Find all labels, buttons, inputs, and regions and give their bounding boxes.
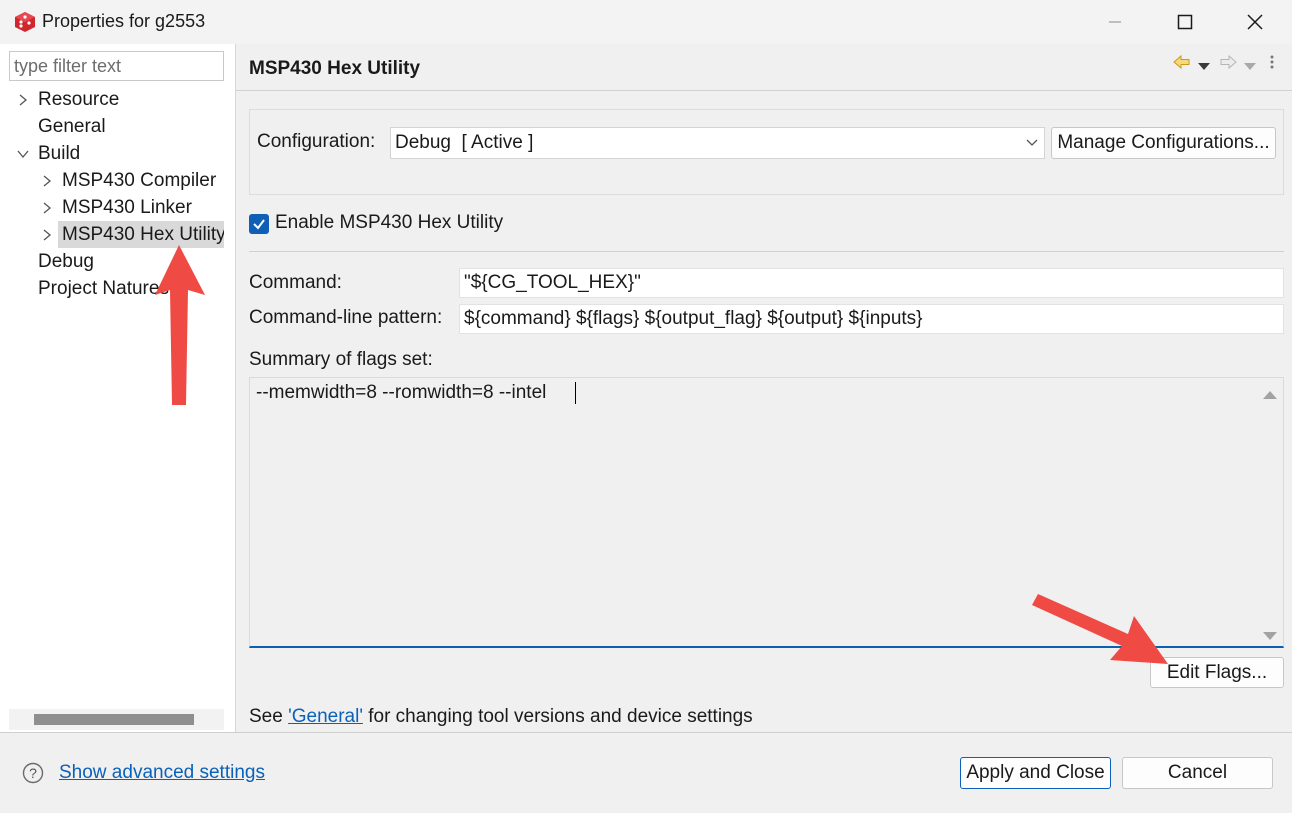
footer-suffix: for changing tool versions and device se… xyxy=(362,706,753,727)
header-divider xyxy=(236,90,1292,91)
command-field[interactable]: "${CG_TOOL_HEX}" xyxy=(459,268,1284,298)
apply-and-close-button[interactable]: Apply and Close xyxy=(960,757,1111,789)
svg-text:?: ? xyxy=(29,765,37,781)
maximize-icon xyxy=(1177,14,1193,30)
help-icon[interactable]: ? xyxy=(22,762,44,784)
command-line-pattern-label: Command-line pattern: xyxy=(249,307,443,328)
show-advanced-settings-link[interactable]: Show advanced settings xyxy=(59,762,265,784)
chevron-right-icon[interactable] xyxy=(38,194,56,221)
configuration-label: Configuration: xyxy=(257,131,376,152)
close-button[interactable] xyxy=(1220,0,1290,44)
back-arrow-icon[interactable] xyxy=(1172,53,1192,71)
general-link[interactable]: 'General' xyxy=(288,706,363,727)
chevron-down-icon[interactable] xyxy=(14,140,32,167)
annotation-arrow-icon xyxy=(1032,594,1168,664)
back-menu-chevron-icon[interactable] xyxy=(1197,56,1211,70)
tree-item-label: Project Natures xyxy=(38,278,169,299)
checkmark-icon xyxy=(253,219,265,230)
configuration-select[interactable]: Debug [ Active ] xyxy=(390,127,1045,159)
text-cursor xyxy=(575,382,576,404)
tree-item-resource[interactable]: Resource xyxy=(14,86,224,113)
tree-item-msp430-compiler[interactable]: MSP430 Compiler xyxy=(38,167,224,194)
maximize-button[interactable] xyxy=(1150,0,1220,44)
tree-item-label: Resource xyxy=(38,89,120,110)
tree-item-msp430-hex-utility[interactable]: MSP430 Hex Utility xyxy=(38,221,224,248)
scroll-up-arrow-icon[interactable] xyxy=(1262,385,1278,407)
command-label: Command: xyxy=(249,272,342,293)
chevron-right-icon[interactable] xyxy=(38,221,56,248)
chevron-right-icon[interactable] xyxy=(38,167,56,194)
window-title: Properties for g2553 xyxy=(42,11,206,31)
close-icon xyxy=(1247,14,1263,30)
command-line-pattern-field[interactable]: ${command} ${flags} ${output_flag} ${out… xyxy=(459,304,1284,334)
tree-item-general[interactable]: General xyxy=(38,113,224,140)
minimize-icon xyxy=(1109,21,1121,23)
tree-item-label: Debug xyxy=(38,251,94,272)
scrollbar-thumb[interactable] xyxy=(34,714,194,725)
enable-hex-utility-label[interactable]: Enable MSP430 Hex Utility xyxy=(275,212,503,234)
forward-arrow-icon[interactable] xyxy=(1218,53,1238,71)
red-cube-app-icon xyxy=(14,11,36,33)
tree-item-msp430-linker[interactable]: MSP430 Linker xyxy=(38,194,224,221)
filter-input[interactable] xyxy=(9,51,224,81)
minimize-button[interactable] xyxy=(1080,0,1150,44)
forward-menu-chevron-icon[interactable] xyxy=(1243,56,1257,70)
summary-of-flags-label: Summary of flags set: xyxy=(249,349,433,370)
vertical-scrollbar[interactable] xyxy=(1257,378,1283,646)
tree-item-label: General xyxy=(38,116,106,137)
footer-note: See 'General' for changing tool versions… xyxy=(249,706,753,728)
tree-item-label: Build xyxy=(38,143,81,164)
configuration-value: Debug [ Active ] xyxy=(395,132,534,153)
footer-prefix: See xyxy=(249,706,289,727)
chevron-down-icon[interactable] xyxy=(1020,127,1044,159)
annotation-arrow-icon xyxy=(155,245,205,405)
enable-hex-utility-checkbox[interactable] xyxy=(249,214,269,234)
page-title: MSP430 Hex Utility xyxy=(249,58,421,79)
chevron-right-icon[interactable] xyxy=(14,86,32,113)
manage-configurations-button[interactable]: Manage Configurations... xyxy=(1051,127,1276,159)
cancel-button[interactable]: Cancel xyxy=(1122,757,1273,789)
tree-item-label: MSP430 Compiler xyxy=(62,170,217,191)
view-menu-icon[interactable] xyxy=(1267,53,1277,71)
tree-item-label: MSP430 Linker xyxy=(62,197,192,218)
tree-item-label-selected: MSP430 Hex Utility xyxy=(58,221,224,248)
tree-item-build[interactable]: Build xyxy=(14,140,224,167)
section-divider xyxy=(249,251,1284,252)
scroll-down-arrow-icon[interactable] xyxy=(1262,626,1278,648)
summary-of-flags-text: --memwidth=8 --romwidth=8 --intel xyxy=(256,382,547,403)
edit-flags-button[interactable]: Edit Flags... xyxy=(1150,657,1284,688)
